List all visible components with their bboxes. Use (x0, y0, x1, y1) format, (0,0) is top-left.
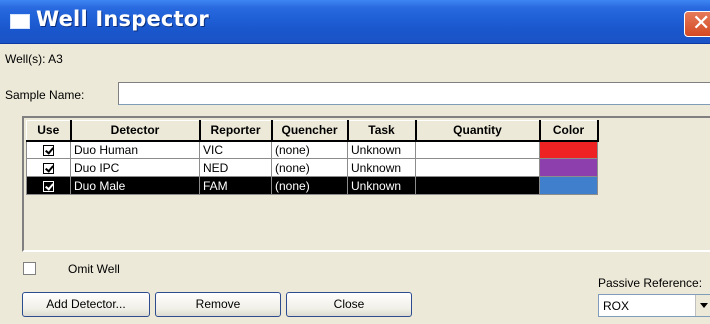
quencher-cell[interactable]: (none) (271, 176, 348, 195)
quantity-cell[interactable] (415, 158, 540, 177)
detector-cell[interactable]: Duo IPC (70, 158, 200, 177)
sample-name-label: Sample Name: (5, 88, 85, 102)
use-checkbox[interactable] (43, 180, 54, 192)
task-cell[interactable]: Unknown (347, 176, 416, 195)
column-header-quencher[interactable]: Quencher (271, 120, 349, 142)
column-header-color[interactable]: Color (539, 120, 599, 142)
detector-cell[interactable]: Duo Male (70, 176, 200, 195)
use-cell[interactable] (26, 158, 71, 177)
title-bar: Well Inspector ✕ (0, 0, 710, 44)
table-row-selected[interactable]: Duo Male FAM (none) Unknown (26, 176, 598, 195)
color-swatch[interactable] (539, 158, 598, 177)
column-header-task[interactable]: Task (347, 120, 417, 142)
window-title: Well Inspector (36, 7, 209, 31)
close-button[interactable]: Close (286, 292, 412, 317)
quantity-cell[interactable] (415, 140, 540, 159)
quencher-cell[interactable]: (none) (271, 158, 348, 177)
remove-button[interactable]: Remove (155, 292, 281, 317)
window-close-button[interactable]: ✕ (684, 11, 710, 37)
table-row[interactable]: Duo IPC NED (none) Unknown (26, 158, 598, 177)
window-icon (10, 14, 30, 29)
wells-label: Well(s): A3 (5, 52, 63, 66)
detector-table: Use Detector Reporter Quencher Task Quan… (26, 120, 599, 195)
quencher-cell[interactable]: (none) (271, 140, 348, 159)
omit-well-label: Omit Well (68, 262, 120, 276)
sample-name-input[interactable] (118, 82, 710, 105)
detector-grid: Use Detector Reporter Quencher Task Quan… (22, 116, 710, 252)
passive-reference-value: ROX (603, 299, 630, 313)
use-checkbox[interactable] (43, 145, 54, 157)
reporter-cell[interactable]: NED (199, 158, 272, 177)
reporter-cell[interactable]: FAM (199, 176, 272, 195)
use-cell[interactable] (26, 176, 71, 195)
quantity-cell[interactable] (415, 176, 540, 195)
omit-well-checkbox[interactable] (23, 262, 36, 275)
reporter-cell[interactable]: VIC (199, 140, 272, 159)
column-header-quantity[interactable]: Quantity (415, 120, 541, 142)
color-swatch[interactable] (539, 176, 598, 195)
detector-cell[interactable]: Duo Human (70, 140, 200, 159)
passive-reference-select[interactable]: ROX (598, 294, 710, 317)
column-header-use[interactable]: Use (26, 120, 72, 142)
task-cell[interactable]: Unknown (347, 158, 416, 177)
use-checkbox[interactable] (43, 162, 54, 174)
column-header-reporter[interactable]: Reporter (199, 120, 273, 142)
chevron-down-icon[interactable] (695, 295, 710, 316)
passive-reference-label: Passive Reference: (598, 276, 703, 290)
table-row[interactable]: Duo Human VIC (none) Unknown (26, 140, 598, 159)
close-icon: ✕ (692, 11, 710, 36)
color-swatch[interactable] (539, 140, 598, 159)
use-cell[interactable] (26, 140, 71, 159)
header-row: Use Detector Reporter Quencher Task Quan… (26, 120, 599, 142)
column-header-detector[interactable]: Detector (70, 120, 201, 142)
add-detector-button[interactable]: Add Detector... (22, 292, 150, 317)
task-cell[interactable]: Unknown (347, 140, 416, 159)
